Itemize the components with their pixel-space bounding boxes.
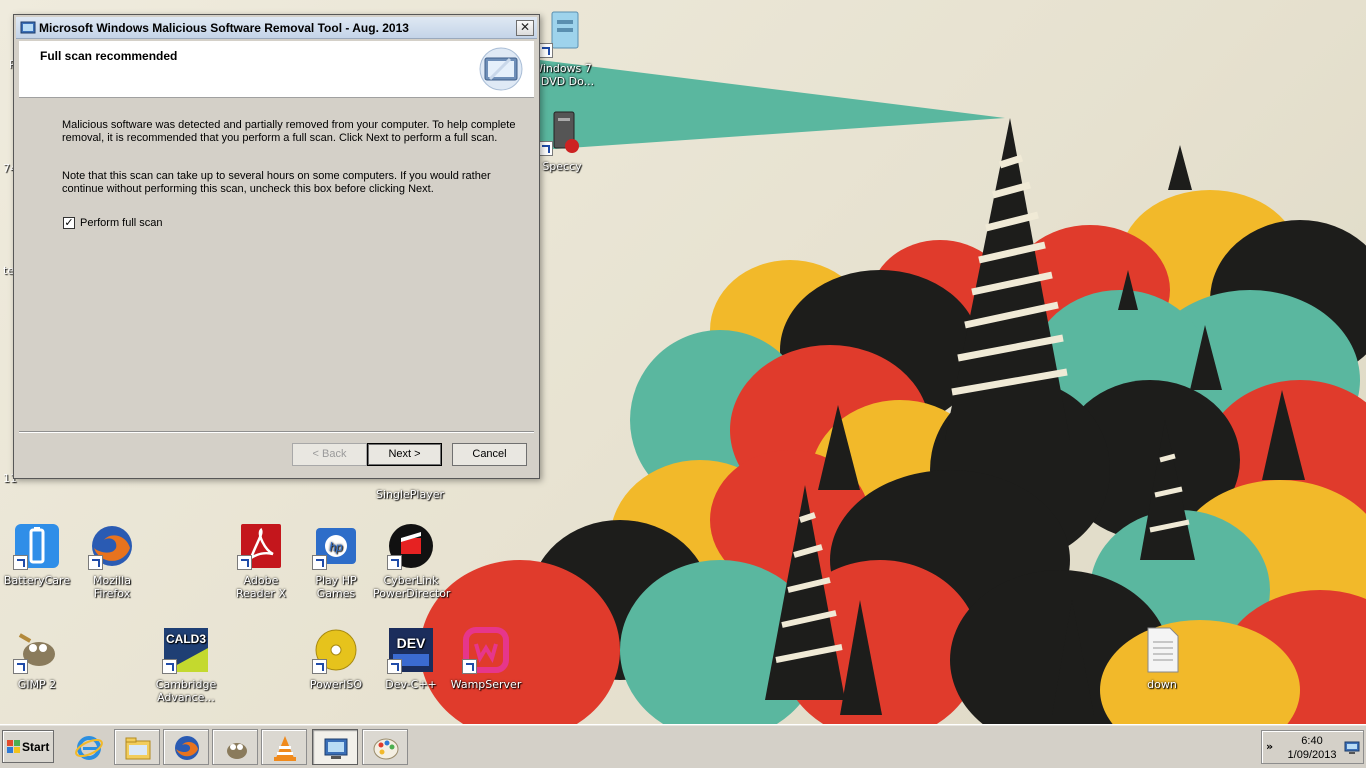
desktop-icon-label: Mozilla Firefox: [93, 574, 131, 600]
taskbar-explorer[interactable]: [114, 729, 160, 765]
svg-text:hp: hp: [329, 540, 343, 554]
desktop-icon-label: WampServer: [450, 678, 522, 691]
dvd-tool-icon: [538, 10, 586, 58]
desktop-icon-label: Dev-C++: [385, 678, 437, 691]
desktop-icon-adobe-reader[interactable]: Adobe Reader X: [223, 522, 299, 600]
desktop-icon-label: GIMP 2: [17, 678, 57, 691]
cald3-badge-text: CALD3: [166, 632, 206, 646]
full-scan-label[interactable]: Perform full scan: [80, 217, 163, 229]
desktop-icon-hp-games[interactable]: hp Play HP Games: [298, 522, 374, 600]
msrt-dialog[interactable]: Microsoft Windows Malicious Software Rem…: [13, 14, 540, 479]
show-hidden-icons-button[interactable]: »: [1266, 740, 1273, 753]
gimp-icon: [13, 626, 61, 674]
desktop-icon-label: SinglePlayer: [375, 488, 445, 501]
start-button[interactable]: Start: [2, 730, 54, 763]
desktop-icon-gimp[interactable]: GIMP 2: [0, 626, 75, 691]
network-icon[interactable]: [1344, 741, 1360, 755]
firefox-icon: [88, 522, 136, 570]
note-paragraph: Note that this scan can take up to sever…: [62, 170, 491, 195]
desktop-icon-label: CyberLink PowerDirector: [373, 574, 451, 600]
dialog-title: Microsoft Windows Malicious Software Rem…: [39, 21, 409, 35]
msrt-icon: [324, 738, 348, 759]
close-button[interactable]: ✕: [516, 20, 534, 36]
footer-divider: [19, 431, 534, 433]
explorer-icon: [125, 737, 151, 760]
text-file-icon: [1138, 626, 1186, 674]
dialog-titlebar[interactable]: Microsoft Windows Malicious Software Rem…: [16, 17, 537, 39]
taskbar-gimp[interactable]: [212, 729, 258, 765]
desktop-icon-batterycare[interactable]: BatteryCare: [0, 522, 75, 587]
devcpp-icon: DEV: [387, 626, 435, 674]
desktop-icon-label: down: [1147, 678, 1177, 691]
powerdirector-icon: [387, 522, 435, 570]
desktop-icon-cald3[interactable]: CALD3 Cambridge Advance...: [148, 626, 224, 704]
gimp-icon: [227, 743, 247, 759]
msrt-app-icon: [20, 21, 36, 34]
taskbar-firefox[interactable]: [163, 729, 209, 765]
msrt-scan-icon: [479, 47, 523, 91]
taskbar-paint[interactable]: [362, 729, 408, 765]
desktop-icon-label: Adobe Reader X: [236, 574, 286, 600]
taskbar: Start » 6:40 1/09/2013: [0, 724, 1366, 768]
battery-icon: [13, 522, 61, 570]
desktop-icon-label: Play HP Games: [315, 574, 357, 600]
wampserver-icon: [462, 626, 510, 674]
dev-badge-text: DEV: [397, 635, 426, 651]
adobe-reader-icon: [237, 522, 285, 570]
taskbar-internet-explorer[interactable]: [65, 729, 111, 765]
desktop-icon-label: Cambridge Advance...: [155, 678, 217, 704]
cancel-button[interactable]: Cancel: [452, 443, 527, 466]
start-label: Start: [22, 740, 50, 754]
taskbar-msrt[interactable]: [312, 729, 358, 765]
desktop-icon-firefox[interactable]: Mozilla Firefox: [74, 522, 150, 600]
dialog-body: Malicious software was detected and part…: [19, 99, 534, 429]
taskbar-vlc[interactable]: [261, 729, 307, 765]
firefox-icon: [175, 736, 199, 760]
info-paragraph: Malicious software was detected and part…: [62, 119, 516, 144]
desktop-icon-poweriso[interactable]: PowerISO: [298, 626, 374, 691]
speccy-icon: [538, 108, 586, 156]
windows-logo-icon: [7, 740, 20, 753]
poweriso-icon: [312, 626, 360, 674]
clock-date[interactable]: 1/09/2013: [1279, 749, 1345, 761]
desktop-icon-wampserver[interactable]: WampServer: [448, 626, 524, 691]
desktop-icon-down[interactable]: down: [1124, 626, 1200, 691]
dialog-header: Full scan recommended: [19, 41, 534, 98]
paint-icon: [373, 738, 399, 760]
next-button[interactable]: Next >: [367, 443, 442, 466]
back-button[interactable]: < Back: [292, 443, 367, 466]
vlc-icon: [274, 736, 296, 761]
desktop-icon-label: BatteryCare: [3, 574, 71, 587]
desktop-icon-powerdirector[interactable]: CyberLink PowerDirector: [373, 522, 451, 600]
hp-games-icon: hp: [312, 522, 360, 570]
system-tray: » 6:40 1/09/2013: [1261, 730, 1364, 764]
page-title: Full scan recommended: [40, 49, 178, 63]
desktop-icon-label: PowerISO: [309, 678, 363, 691]
desktop: R 74 ter 11 Windows 7 B DVD Do... Speccy…: [0, 0, 1366, 724]
internet-explorer-icon: [75, 736, 103, 760]
clock-time[interactable]: 6:40: [1284, 735, 1340, 747]
full-scan-checkbox[interactable]: ✓: [63, 217, 75, 229]
desktop-icon-devcpp[interactable]: DEV Dev-C++: [373, 626, 449, 691]
cald3-icon: CALD3: [162, 626, 210, 674]
